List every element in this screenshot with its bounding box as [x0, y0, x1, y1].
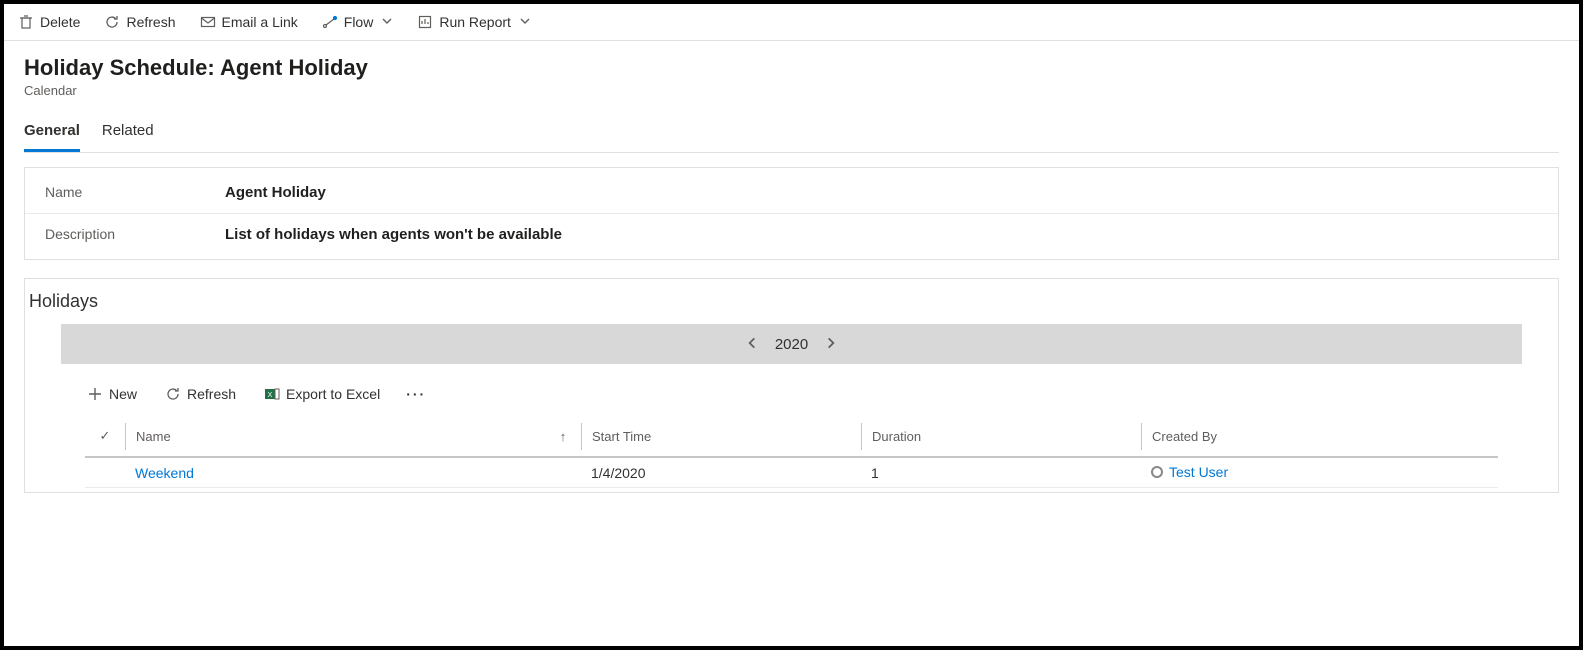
- details-card: Name Agent Holiday Description List of h…: [24, 167, 1559, 260]
- new-label: New: [109, 386, 137, 402]
- presence-icon: [1151, 466, 1163, 478]
- trash-icon: [18, 14, 34, 30]
- refresh-icon: [104, 14, 120, 30]
- arrow-up-icon: [560, 429, 567, 444]
- cell-name[interactable]: Weekend: [125, 459, 545, 487]
- delete-button[interactable]: Delete: [16, 10, 82, 34]
- export-excel-button[interactable]: X Export to Excel: [262, 382, 382, 406]
- select-all-column[interactable]: [85, 422, 125, 450]
- holiday-name-link[interactable]: Weekend: [135, 465, 194, 481]
- cell-created-by: Test User: [1141, 458, 1498, 487]
- new-button[interactable]: New: [85, 382, 139, 406]
- email-icon: [200, 14, 216, 30]
- svg-text:X: X: [268, 392, 273, 399]
- field-description-row: Description List of holidays when agents…: [25, 214, 1558, 255]
- chevron-down-icon: [519, 14, 531, 30]
- excel-icon: X: [264, 386, 280, 402]
- refresh-button[interactable]: Refresh: [102, 10, 177, 34]
- flow-label: Flow: [344, 14, 374, 30]
- page-title: Holiday Schedule: Agent Holiday: [24, 55, 1559, 81]
- grid-refresh-label: Refresh: [187, 386, 236, 402]
- field-name-row: Name Agent Holiday: [25, 172, 1558, 214]
- column-start-time[interactable]: Start Time: [581, 423, 861, 450]
- field-name-value[interactable]: Agent Holiday: [225, 184, 326, 201]
- field-name-label: Name: [45, 184, 225, 200]
- refresh-label: Refresh: [126, 14, 175, 30]
- tab-general[interactable]: General: [24, 116, 80, 152]
- year-label: 2020: [775, 336, 808, 353]
- holidays-section-title: Holidays: [29, 291, 1558, 312]
- run-report-button[interactable]: Run Report: [415, 10, 533, 34]
- email-link-label: Email a Link: [222, 14, 298, 30]
- tab-related[interactable]: Related: [102, 116, 154, 152]
- email-link-button[interactable]: Email a Link: [198, 10, 300, 34]
- cell-start-time: 1/4/2020: [581, 459, 861, 487]
- plus-icon: [87, 386, 103, 402]
- flow-button[interactable]: Flow: [320, 10, 396, 34]
- holidays-grid: Name Start Time Duration Created By Week…: [85, 416, 1498, 488]
- created-by-link[interactable]: Test User: [1169, 464, 1228, 480]
- page-header: Holiday Schedule: Agent Holiday Calendar…: [4, 41, 1579, 153]
- content-area: Name Agent Holiday Description List of h…: [4, 153, 1579, 521]
- chevron-down-icon: [381, 14, 393, 30]
- field-description-value[interactable]: List of holidays when agents won't be av…: [225, 226, 562, 243]
- tab-bar: General Related: [24, 116, 1559, 153]
- grid-toolbar: New Refresh X Export to Excel ···: [85, 382, 1498, 406]
- column-created-by[interactable]: Created By: [1141, 423, 1498, 450]
- grid-refresh-button[interactable]: Refresh: [163, 382, 238, 406]
- command-bar: Delete Refresh Email a Link Flow Run Rep…: [4, 4, 1579, 41]
- cell-duration: 1: [861, 459, 1141, 487]
- field-description-label: Description: [45, 226, 225, 242]
- delete-label: Delete: [40, 14, 80, 30]
- year-navigator: 2020: [61, 324, 1522, 364]
- more-actions-button[interactable]: ···: [406, 386, 426, 402]
- row-selector[interactable]: [85, 467, 125, 479]
- refresh-icon: [165, 386, 181, 402]
- check-icon: [100, 428, 111, 443]
- column-name[interactable]: Name: [125, 423, 545, 450]
- report-icon: [417, 14, 433, 30]
- sort-indicator[interactable]: [545, 423, 581, 450]
- table-row[interactable]: Weekend 1/4/2020 1 Test User: [85, 458, 1498, 488]
- holidays-card: Holidays 2020 New Refresh: [24, 278, 1559, 493]
- run-report-label: Run Report: [439, 14, 511, 30]
- column-duration[interactable]: Duration: [861, 423, 1141, 450]
- prev-year-button[interactable]: [745, 334, 759, 355]
- flow-icon: [322, 14, 338, 30]
- page-subtitle: Calendar: [24, 83, 1559, 98]
- grid-header-row: Name Start Time Duration Created By: [85, 416, 1498, 458]
- next-year-button[interactable]: [824, 334, 838, 355]
- export-excel-label: Export to Excel: [286, 386, 380, 402]
